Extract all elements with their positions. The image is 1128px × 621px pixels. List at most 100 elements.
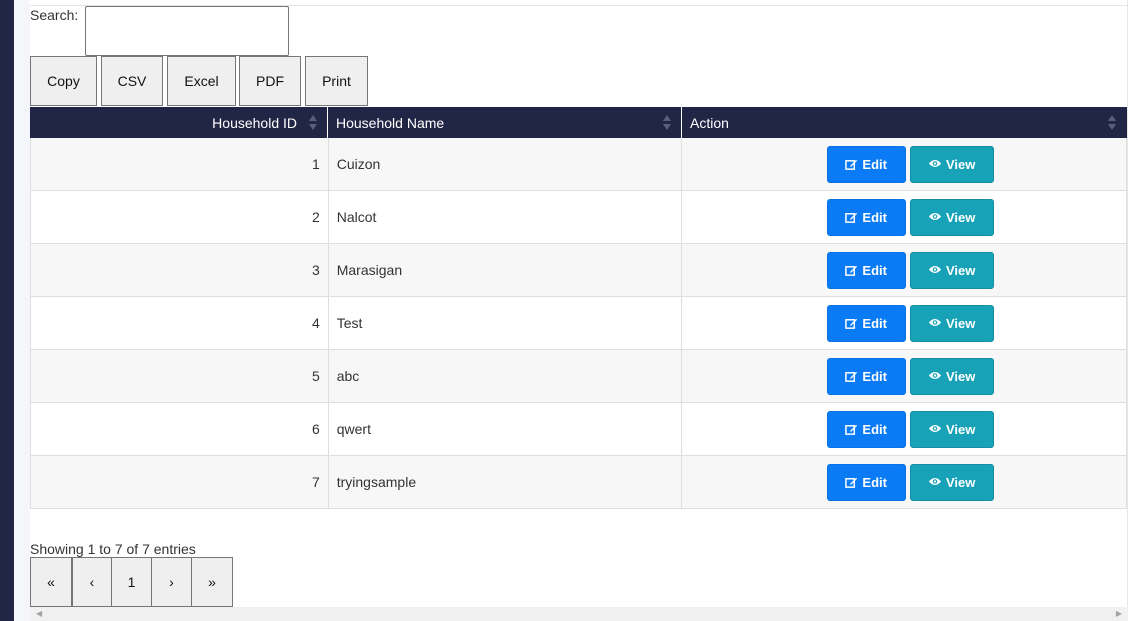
eye-icon [928,158,942,171]
table-body: 1 Cuizon Edit View 2 Nalcot Edit View 3 Marasigan… [30,138,1127,509]
action-cell: Edit View [682,138,1126,190]
household-id-cell: 1 [31,138,329,190]
csv-button[interactable]: CSV [101,56,163,106]
eye-icon [928,264,942,277]
edit-button-label: Edit [862,156,887,172]
entries-info: Showing 1 to 7 of 7 entries [30,541,196,557]
table-header: Household ID Household Name Action [30,107,1127,138]
eye-icon [928,211,942,224]
table-row: 2 Nalcot Edit View [30,191,1127,244]
view-button[interactable]: View [909,198,994,236]
pagination-prev[interactable]: ‹ [72,557,112,607]
household-name-cell: tryingsample [329,456,683,508]
table-row: 6 qwert Edit View [30,403,1127,456]
view-button[interactable]: View [909,145,994,183]
edit-icon [845,317,858,330]
table-row: 4 Test Edit View [30,297,1127,350]
household-id-cell: 4 [31,297,329,349]
view-button[interactable]: View [909,357,994,395]
edit-button-label: Edit [862,315,887,331]
column-header-household-id[interactable]: Household ID [30,107,328,138]
column-header-label: Action [690,114,729,131]
edit-button-label: Edit [862,209,887,225]
pdf-button[interactable]: PDF [239,56,301,106]
household-name-cell: Cuizon [329,138,683,190]
eye-icon [928,370,942,383]
view-button[interactable]: View [909,304,994,342]
action-cell: Edit View [682,403,1126,455]
pagination-last[interactable]: » [191,557,233,607]
sort-icon [1108,115,1116,130]
edit-icon [845,158,858,171]
eye-icon [928,317,942,330]
table-row: 3 Marasigan Edit View [30,244,1127,297]
table-row: 1 Cuizon Edit View [30,138,1127,191]
edit-icon [845,211,858,224]
edit-button[interactable]: Edit [826,145,906,183]
view-button-label: View [946,421,976,437]
edit-button[interactable]: Edit [826,463,906,501]
sort-icon [309,115,317,130]
edit-button[interactable]: Edit [826,251,906,289]
households-table: Household ID Household Name Action 1 Cuiz… [30,107,1127,509]
edit-button-label: Edit [862,474,887,490]
eye-icon [928,423,942,436]
action-cell: Edit View [682,297,1126,349]
edit-button-label: Edit [862,368,887,384]
sort-icon [663,115,671,130]
horizontal-scrollbar[interactable]: ◀ ▶ [30,607,1128,621]
household-name-cell: qwert [329,403,683,455]
search-label: Search: [30,7,79,23]
view-button-label: View [946,262,976,278]
household-name-cell: Marasigan [329,244,683,296]
household-id-cell: 5 [31,350,329,402]
pagination-first[interactable]: « [30,557,72,607]
edit-icon [845,264,858,277]
edit-button-label: Edit [862,262,887,278]
column-header-label: Household Name [336,114,445,131]
view-button-label: View [946,315,976,331]
print-button[interactable]: Print [305,56,368,106]
edit-button[interactable]: Edit [826,410,906,448]
column-header-label: Household ID [212,114,297,131]
edit-button[interactable]: Edit [826,304,906,342]
excel-button[interactable]: Excel [167,56,236,106]
household-name-cell: Test [329,297,683,349]
edit-button[interactable]: Edit [826,357,906,395]
table-row: 7 tryingsample Edit View [30,456,1127,509]
edit-button[interactable]: Edit [826,198,906,236]
pagination-page-1[interactable]: 1 [111,557,152,607]
scroll-right-icon[interactable]: ▶ [1116,610,1122,618]
view-button[interactable]: View [909,410,994,448]
action-cell: Edit View [682,244,1126,296]
view-button-label: View [946,474,976,490]
column-header-household-name[interactable]: Household Name [328,107,682,138]
action-cell: Edit View [682,350,1126,402]
household-name-cell: Nalcot [329,191,683,243]
edit-button-label: Edit [862,421,887,437]
scroll-left-icon[interactable]: ◀ [36,610,42,618]
copy-button[interactable]: Copy [30,56,97,106]
household-id-cell: 7 [31,456,329,508]
content-gutter [14,0,30,621]
edit-icon [845,476,858,489]
table-row: 5 abc Edit View [30,350,1127,403]
view-button[interactable]: View [909,251,994,289]
household-id-cell: 2 [31,191,329,243]
action-cell: Edit View [682,191,1126,243]
household-id-cell: 3 [31,244,329,296]
edit-icon [845,370,858,383]
action-cell: Edit View [682,456,1126,508]
eye-icon [928,476,942,489]
view-button[interactable]: View [909,463,994,501]
household-id-cell: 6 [31,403,329,455]
column-header-action[interactable]: Action [682,107,1126,138]
edit-icon [845,423,858,436]
view-button-label: View [946,209,976,225]
search-input[interactable] [85,6,289,56]
view-button-label: View [946,368,976,384]
sidebar-edge [0,0,14,621]
pagination-next[interactable]: › [151,557,192,607]
household-name-cell: abc [329,350,683,402]
view-button-label: View [946,156,976,172]
